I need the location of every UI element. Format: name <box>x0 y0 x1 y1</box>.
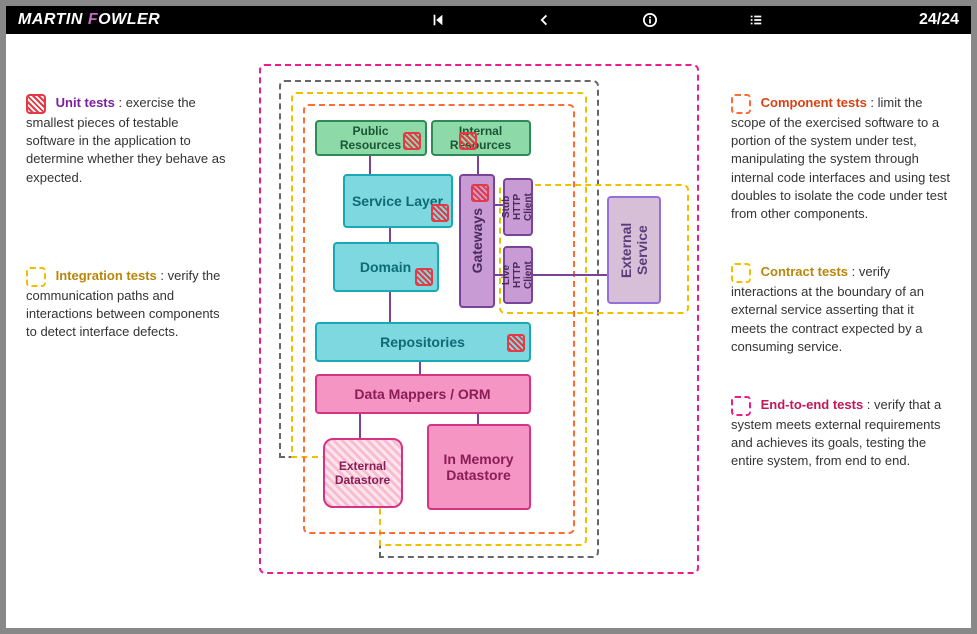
brand-rest: OWLER <box>98 11 160 28</box>
brand-logo: MARTIN FOWLER <box>18 11 160 29</box>
connector <box>477 414 479 424</box>
slide-content: Unit tests : exercise the smallest piece… <box>6 34 971 628</box>
brand-first: MARTIN <box>18 11 88 28</box>
architecture-diagram: Public Resources Internal Resources Serv… <box>259 64 699 574</box>
legend-component: Component tests : limit the scope of the… <box>731 94 951 223</box>
contract-swatch-icon <box>731 263 751 283</box>
unit-marker-icon <box>431 204 449 222</box>
connector <box>477 156 479 174</box>
brand-accent: F <box>88 11 98 28</box>
unit-marker-icon <box>415 268 433 286</box>
unit-marker-icon <box>471 184 489 202</box>
box-external-service: External Service <box>607 196 661 304</box>
nav-icons <box>430 12 764 28</box>
legend-unit-title: Unit tests <box>56 95 115 110</box>
top-bar: MARTIN FOWLER 24/24 <box>6 6 971 34</box>
connector <box>369 156 371 174</box>
label: Data Mappers / ORM <box>354 386 490 402</box>
box-live-http: Live HTTP Client <box>503 246 533 304</box>
label: External Datastore <box>329 459 397 487</box>
connector <box>389 228 391 242</box>
component-swatch-icon <box>731 94 751 114</box>
box-internal-resources: Internal Resources <box>431 120 531 156</box>
legend-integration: Integration tests : verify the communica… <box>26 267 226 342</box>
label: In Memory Datastore <box>433 451 525 483</box>
label: Service Layer <box>352 193 443 209</box>
label: Live HTTP Client <box>501 252 534 298</box>
box-external-datastore: External Datastore <box>323 438 403 508</box>
legend-e2e: End-to-end tests : verify that a system … <box>731 396 951 471</box>
box-orm: Data Mappers / ORM <box>315 374 531 414</box>
unit-marker-icon <box>459 132 477 150</box>
connector <box>389 292 391 322</box>
legend-unit: Unit tests : exercise the smallest piece… <box>26 94 226 187</box>
unit-swatch-icon <box>26 94 46 114</box>
legend-component-title: Component tests <box>761 95 867 110</box>
diagram-area: Public Resources Internal Resources Serv… <box>226 64 731 598</box>
list-icon[interactable] <box>748 12 764 28</box>
label: Stub HTTP Client <box>501 184 534 230</box>
connector <box>419 362 421 374</box>
legend-integration-title: Integration tests <box>56 268 157 283</box>
left-legend: Unit tests : exercise the smallest piece… <box>26 64 226 598</box>
legend-component-desc: : limit the scope of the exercised softw… <box>731 95 950 221</box>
label: Repositories <box>380 334 465 350</box>
label: External Service <box>618 202 650 298</box>
box-repositories: Repositories <box>315 322 531 362</box>
unit-marker-icon <box>403 132 421 150</box>
legend-contract-title: Contract tests <box>761 264 848 279</box>
legend-e2e-title: End-to-end tests <box>761 397 864 412</box>
unit-marker-icon <box>507 334 525 352</box>
right-legend: Component tests : limit the scope of the… <box>731 64 951 598</box>
e2e-swatch-icon <box>731 396 751 416</box>
connector <box>359 414 361 438</box>
box-inmemory-datastore: In Memory Datastore <box>427 424 531 510</box>
label: Domain <box>360 259 411 275</box>
back-icon[interactable] <box>536 12 552 28</box>
label: Internal Resources <box>437 124 525 152</box>
info-icon[interactable] <box>642 12 658 28</box>
legend-contract: Contract tests : verify interactions at … <box>731 263 951 356</box>
integration-swatch-icon <box>26 267 46 287</box>
box-stub-http: Stub HTTP Client <box>503 178 533 236</box>
label: Gateways <box>469 208 485 273</box>
connector <box>533 274 607 276</box>
slide-frame: MARTIN FOWLER 24/24 Unit tests : exercis… <box>6 6 971 628</box>
first-slide-icon[interactable] <box>430 12 446 28</box>
page-counter: 24/24 <box>919 11 959 29</box>
